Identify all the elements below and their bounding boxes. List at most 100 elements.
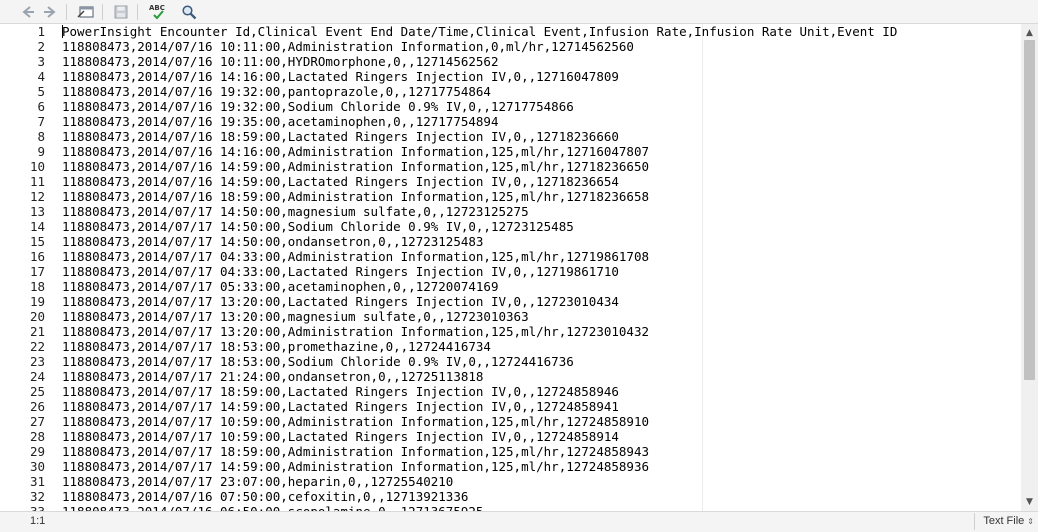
code-line[interactable]: 22 118808473,2014/07/17 18:53:00,prometha… (0, 339, 1021, 354)
line-text[interactable]: 118808473,2014/07/17 18:59:00,Lactated R… (62, 384, 619, 399)
code-line[interactable]: 10 118808473,2014/07/16 14:59:00,Administ… (0, 159, 1021, 174)
code-line[interactable]: 20 118808473,2014/07/17 13:20:00,magnesiu… (0, 309, 1021, 324)
line-number: 20 (29, 309, 45, 324)
code-line[interactable]: 7 118808473,2014/07/16 19:35:00,acetamino… (0, 114, 1021, 129)
code-line[interactable]: 32 118808473,2014/07/16 07:50:00,cefoxiti… (0, 489, 1021, 504)
line-text[interactable]: 118808473,2014/07/16 18:59:00,Administra… (62, 189, 649, 204)
code-line[interactable]: 5 118808473,2014/07/16 19:32:00,pantopraz… (0, 84, 1021, 99)
line-text[interactable]: 118808473,2014/07/17 13:20:00,Administra… (62, 324, 649, 339)
line-text[interactable]: 118808473,2014/07/16 14:16:00,Administra… (62, 144, 649, 159)
code-line[interactable]: 21 118808473,2014/07/17 13:20:00,Administ… (0, 324, 1021, 339)
line-number: 8 (37, 129, 45, 144)
line-text[interactable]: 118808473,2014/07/17 13:20:00,Lactated R… (62, 294, 619, 309)
line-number: 16 (29, 249, 45, 264)
scroll-down-icon[interactable]: ▼ (1021, 495, 1038, 509)
line-text[interactable]: 118808473,2014/07/16 14:59:00,Administra… (62, 159, 649, 174)
line-text[interactable]: 118808473,2014/07/16 10:11:00,HYDROmorph… (62, 54, 499, 69)
code-line[interactable]: 9 118808473,2014/07/16 14:16:00,Administr… (0, 144, 1021, 159)
line-number: 26 (29, 399, 45, 414)
code-line[interactable]: 26 118808473,2014/07/17 14:59:00,Lactated… (0, 399, 1021, 414)
line-text[interactable]: 118808473,2014/07/17 10:59:00,Administra… (62, 414, 649, 429)
line-text[interactable]: 118808473,2014/07/17 14:50:00,magnesium … (62, 204, 529, 219)
line-text[interactable]: 118808473,2014/07/16 06:50:00,scopolamin… (62, 504, 483, 511)
code-line[interactable]: 4 118808473,2014/07/16 14:16:00,Lactated … (0, 69, 1021, 84)
code-line[interactable]: 24 118808473,2014/07/17 21:24:00,ondanset… (0, 369, 1021, 384)
line-number: 19 (29, 294, 45, 309)
code-line[interactable]: 16 118808473,2014/07/17 04:33:00,Administ… (0, 249, 1021, 264)
line-number: 5 (37, 84, 45, 99)
line-text[interactable]: 118808473,2014/07/17 14:50:00,Sodium Chl… (62, 219, 574, 234)
code-line[interactable]: 13 118808473,2014/07/17 14:50:00,magnesiu… (0, 204, 1021, 219)
code-line[interactable]: 29 118808473,2014/07/17 18:59:00,Administ… (0, 444, 1021, 459)
code-line[interactable]: 2 118808473,2014/07/16 10:11:00,Administr… (0, 39, 1021, 54)
code-line[interactable]: 11 118808473,2014/07/16 14:59:00,Lactated… (0, 174, 1021, 189)
line-number: 32 (29, 489, 45, 504)
line-text[interactable]: 118808473,2014/07/17 14:59:00,Lactated R… (62, 399, 619, 414)
line-text[interactable]: 118808473,2014/07/17 14:50:00,ondansetro… (62, 234, 483, 249)
line-number: 17 (29, 264, 45, 279)
cursor-position: 1:1 (30, 515, 46, 527)
chevron-updown-icon: ⇕ (1027, 517, 1034, 526)
file-type-label: Text File (983, 515, 1025, 527)
code-line[interactable]: 6 118808473,2014/07/16 19:32:00,Sodium Ch… (0, 99, 1021, 114)
line-text[interactable]: 118808473,2014/07/17 13:20:00,magnesium … (62, 309, 529, 324)
code-line[interactable]: 18 118808473,2014/07/17 05:33:00,acetamin… (0, 279, 1021, 294)
file-type-selector[interactable]: Text File ⇕ (974, 513, 1034, 530)
line-text[interactable]: 118808473,2014/07/16 14:59:00,Lactated R… (62, 174, 619, 189)
code-line[interactable]: 12 118808473,2014/07/16 18:59:00,Administ… (0, 189, 1021, 204)
code-line[interactable]: 14 118808473,2014/07/17 14:50:00,Sodium C… (0, 219, 1021, 234)
find-icon[interactable] (179, 2, 199, 22)
line-number: 25 (29, 384, 45, 399)
status-bar: 1:1 Text File ⇕ (0, 511, 1038, 532)
scroll-up-icon[interactable]: ▲ (1021, 26, 1038, 40)
editor-lines[interactable]: 1 PowerInsight Encounter Id,Clinical Even… (0, 24, 1021, 511)
code-line[interactable]: 1 PowerInsight Encounter Id,Clinical Even… (0, 24, 1021, 39)
code-line[interactable]: 25 118808473,2014/07/17 18:59:00,Lactated… (0, 384, 1021, 399)
line-number: 30 (29, 459, 45, 474)
line-text[interactable]: 118808473,2014/07/17 21:24:00,ondansetro… (62, 369, 483, 384)
show-in-window-icon[interactable] (76, 2, 96, 22)
line-number: 31 (29, 474, 45, 489)
vertical-scrollbar[interactable]: ▲ ▼ (1021, 24, 1038, 511)
line-text[interactable]: 118808473,2014/07/17 05:33:00,acetaminop… (62, 279, 499, 294)
text-editor[interactable]: 1 PowerInsight Encounter Id,Clinical Even… (0, 24, 1021, 511)
code-line[interactable]: 8 118808473,2014/07/16 18:59:00,Lactated … (0, 129, 1021, 144)
line-text[interactable]: 118808473,2014/07/16 18:59:00,Lactated R… (62, 129, 619, 144)
save-icon[interactable] (111, 2, 131, 22)
line-text[interactable]: PowerInsight Encounter Id,Clinical Event… (62, 24, 897, 39)
line-text[interactable]: 118808473,2014/07/16 19:32:00,pantoprazo… (62, 84, 491, 99)
code-line[interactable]: 27 118808473,2014/07/17 10:59:00,Administ… (0, 414, 1021, 429)
code-line[interactable]: 30 118808473,2014/07/17 14:59:00,Administ… (0, 459, 1021, 474)
line-text[interactable]: 118808473,2014/07/17 14:59:00,Administra… (62, 459, 649, 474)
line-text[interactable]: 118808473,2014/07/16 07:50:00,cefoxitin,… (62, 489, 468, 504)
line-text[interactable]: 118808473,2014/07/17 10:59:00,Lactated R… (62, 429, 619, 444)
code-line[interactable]: 19 118808473,2014/07/17 13:20:00,Lactated… (0, 294, 1021, 309)
scrollbar-thumb[interactable] (1024, 40, 1035, 380)
code-line[interactable]: 17 118808473,2014/07/17 04:33:00,Lactated… (0, 264, 1021, 279)
line-number: 21 (29, 324, 45, 339)
line-number: 29 (29, 444, 45, 459)
forward-arrow-icon[interactable] (40, 2, 60, 22)
line-text[interactable]: 118808473,2014/07/17 23:07:00,heparin,0,… (62, 474, 453, 489)
code-line[interactable]: 23 118808473,2014/07/17 18:53:00,Sodium C… (0, 354, 1021, 369)
line-number: 9 (37, 144, 45, 159)
code-line[interactable]: 3 118808473,2014/07/16 10:11:00,HYDROmorp… (0, 54, 1021, 69)
line-text[interactable]: 118808473,2014/07/17 18:59:00,Administra… (62, 444, 649, 459)
code-line[interactable]: 33 118808473,2014/07/16 06:50:00,scopolam… (0, 504, 1021, 511)
spellcheck-icon[interactable]: ABC (148, 2, 168, 22)
code-line[interactable]: 28 118808473,2014/07/17 10:59:00,Lactated… (0, 429, 1021, 444)
line-number: 3 (37, 54, 45, 69)
line-text[interactable]: 118808473,2014/07/16 19:32:00,Sodium Chl… (62, 99, 574, 114)
code-line[interactable]: 15 118808473,2014/07/17 14:50:00,ondanset… (0, 234, 1021, 249)
code-line[interactable]: 31 118808473,2014/07/17 23:07:00,heparin,… (0, 474, 1021, 489)
back-arrow-icon[interactable] (18, 2, 38, 22)
line-number: 1 (37, 24, 45, 39)
line-text[interactable]: 118808473,2014/07/16 10:11:00,Administra… (62, 39, 634, 54)
line-text[interactable]: 118808473,2014/07/16 14:16:00,Lactated R… (62, 69, 619, 84)
line-number: 12 (29, 189, 45, 204)
line-text[interactable]: 118808473,2014/07/17 04:33:00,Lactated R… (62, 264, 619, 279)
line-text[interactable]: 118808473,2014/07/17 04:33:00,Administra… (62, 249, 649, 264)
line-text[interactable]: 118808473,2014/07/16 19:35:00,acetaminop… (62, 114, 499, 129)
line-text[interactable]: 118808473,2014/07/17 18:53:00,Sodium Chl… (62, 354, 574, 369)
line-text[interactable]: 118808473,2014/07/17 18:53:00,promethazi… (62, 339, 491, 354)
